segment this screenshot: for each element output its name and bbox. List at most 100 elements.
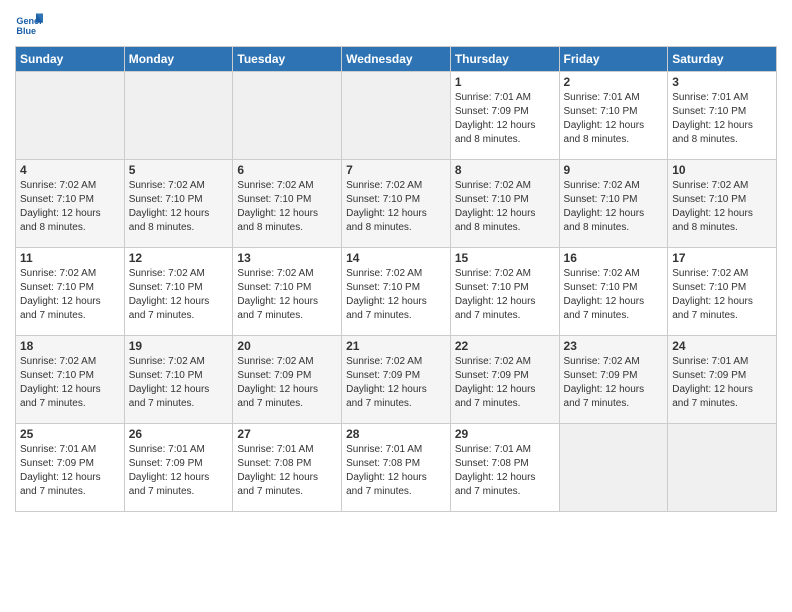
day-info: Sunrise: 7:02 AM Sunset: 7:09 PM Dayligh… <box>564 355 664 411</box>
day-info: Sunrise: 7:02 AM Sunset: 7:10 PM Dayligh… <box>672 179 772 235</box>
day-info: Sunrise: 7:02 AM Sunset: 7:09 PM Dayligh… <box>346 355 446 411</box>
calendar-week-row: 11 Sunrise: 7:02 AM Sunset: 7:10 PM Dayli… <box>16 248 777 336</box>
day-info: Sunrise: 7:02 AM Sunset: 7:10 PM Dayligh… <box>20 267 120 323</box>
calendar-cell <box>559 424 668 512</box>
calendar-cell: 20 Sunrise: 7:02 AM Sunset: 7:09 PM Dayli… <box>233 336 342 424</box>
day-number: 29 <box>455 427 555 441</box>
day-number: 7 <box>346 163 446 177</box>
weekday-header-friday: Friday <box>559 47 668 72</box>
day-info: Sunrise: 7:01 AM Sunset: 7:08 PM Dayligh… <box>346 443 446 499</box>
day-number: 6 <box>237 163 337 177</box>
day-info: Sunrise: 7:02 AM Sunset: 7:10 PM Dayligh… <box>672 267 772 323</box>
calendar-cell: 1 Sunrise: 7:01 AM Sunset: 7:09 PM Daylig… <box>450 72 559 160</box>
calendar-cell: 23 Sunrise: 7:02 AM Sunset: 7:09 PM Dayli… <box>559 336 668 424</box>
day-number: 25 <box>20 427 120 441</box>
day-info: Sunrise: 7:02 AM Sunset: 7:09 PM Dayligh… <box>237 355 337 411</box>
day-info: Sunrise: 7:02 AM Sunset: 7:10 PM Dayligh… <box>129 179 229 235</box>
day-number: 23 <box>564 339 664 353</box>
weekday-header-monday: Monday <box>124 47 233 72</box>
weekday-header-saturday: Saturday <box>668 47 777 72</box>
calendar-cell: 27 Sunrise: 7:01 AM Sunset: 7:08 PM Dayli… <box>233 424 342 512</box>
weekday-header-row: SundayMondayTuesdayWednesdayThursdayFrid… <box>16 47 777 72</box>
day-number: 11 <box>20 251 120 265</box>
day-number: 10 <box>672 163 772 177</box>
calendar-cell <box>16 72 125 160</box>
day-info: Sunrise: 7:02 AM Sunset: 7:10 PM Dayligh… <box>237 267 337 323</box>
calendar-cell: 3Sunrise: 7:01 AM Sunset: 7:10 PM Daylig… <box>668 72 777 160</box>
day-number: 1 <box>455 75 555 89</box>
calendar-cell: 24 Sunrise: 7:01 AM Sunset: 7:09 PM Dayli… <box>668 336 777 424</box>
day-info: Sunrise: 7:02 AM Sunset: 7:10 PM Dayligh… <box>237 179 337 235</box>
svg-text:Blue: Blue <box>16 26 36 36</box>
calendar-cell: 2 Sunrise: 7:01 AM Sunset: 7:10 PM Daylig… <box>559 72 668 160</box>
calendar-cell: 12 Sunrise: 7:02 AM Sunset: 7:10 PM Dayli… <box>124 248 233 336</box>
calendar-cell: 17Sunrise: 7:02 AM Sunset: 7:10 PM Dayli… <box>668 248 777 336</box>
day-number: 27 <box>237 427 337 441</box>
weekday-header-sunday: Sunday <box>16 47 125 72</box>
weekday-header-tuesday: Tuesday <box>233 47 342 72</box>
day-info: Sunrise: 7:02 AM Sunset: 7:10 PM Dayligh… <box>129 355 229 411</box>
calendar-cell: 19Sunrise: 7:02 AM Sunset: 7:10 PM Dayli… <box>124 336 233 424</box>
day-info: Sunrise: 7:01 AM Sunset: 7:08 PM Dayligh… <box>455 443 555 499</box>
day-number: 14 <box>346 251 446 265</box>
logo-icon: General Blue <box>15 10 43 38</box>
day-info: Sunrise: 7:01 AM Sunset: 7:10 PM Dayligh… <box>672 91 772 147</box>
calendar-table: SundayMondayTuesdayWednesdayThursdayFrid… <box>15 46 777 512</box>
calendar-cell: 18 Sunrise: 7:02 AM Sunset: 7:10 PM Dayli… <box>16 336 125 424</box>
logo: General Blue <box>15 10 46 38</box>
day-number: 16 <box>564 251 664 265</box>
day-number: 4 <box>20 163 120 177</box>
calendar-cell: 16 Sunrise: 7:02 AM Sunset: 7:10 PM Dayli… <box>559 248 668 336</box>
calendar-cell <box>668 424 777 512</box>
calendar-week-row: 4 Sunrise: 7:02 AM Sunset: 7:10 PM Daylig… <box>16 160 777 248</box>
day-number: 8 <box>455 163 555 177</box>
calendar-cell <box>124 72 233 160</box>
day-number: 20 <box>237 339 337 353</box>
day-info: Sunrise: 7:02 AM Sunset: 7:10 PM Dayligh… <box>564 267 664 323</box>
day-number: 26 <box>129 427 229 441</box>
calendar-cell: 25 Sunrise: 7:01 AM Sunset: 7:09 PM Dayli… <box>16 424 125 512</box>
day-info: Sunrise: 7:02 AM Sunset: 7:09 PM Dayligh… <box>455 355 555 411</box>
calendar-cell <box>233 72 342 160</box>
day-info: Sunrise: 7:02 AM Sunset: 7:10 PM Dayligh… <box>346 267 446 323</box>
calendar-cell: 6 Sunrise: 7:02 AM Sunset: 7:10 PM Daylig… <box>233 160 342 248</box>
calendar-cell: 8Sunrise: 7:02 AM Sunset: 7:10 PM Daylig… <box>450 160 559 248</box>
day-info: Sunrise: 7:01 AM Sunset: 7:09 PM Dayligh… <box>672 355 772 411</box>
calendar-cell: 22 Sunrise: 7:02 AM Sunset: 7:09 PM Dayli… <box>450 336 559 424</box>
calendar-week-row: 1 Sunrise: 7:01 AM Sunset: 7:09 PM Daylig… <box>16 72 777 160</box>
day-info: Sunrise: 7:02 AM Sunset: 7:10 PM Dayligh… <box>455 267 555 323</box>
day-info: Sunrise: 7:02 AM Sunset: 7:10 PM Dayligh… <box>129 267 229 323</box>
calendar-cell: 10 Sunrise: 7:02 AM Sunset: 7:10 PM Dayli… <box>668 160 777 248</box>
calendar-cell: 4 Sunrise: 7:02 AM Sunset: 7:10 PM Daylig… <box>16 160 125 248</box>
day-number: 2 <box>564 75 664 89</box>
day-info: Sunrise: 7:01 AM Sunset: 7:09 PM Dayligh… <box>129 443 229 499</box>
day-info: Sunrise: 7:02 AM Sunset: 7:10 PM Dayligh… <box>20 355 120 411</box>
day-number: 5 <box>129 163 229 177</box>
day-number: 18 <box>20 339 120 353</box>
day-number: 15 <box>455 251 555 265</box>
day-info: Sunrise: 7:02 AM Sunset: 7:10 PM Dayligh… <box>346 179 446 235</box>
weekday-header-wednesday: Wednesday <box>342 47 451 72</box>
day-number: 24 <box>672 339 772 353</box>
day-number: 9 <box>564 163 664 177</box>
day-info: Sunrise: 7:02 AM Sunset: 7:10 PM Dayligh… <box>564 179 664 235</box>
calendar-cell: 13 Sunrise: 7:02 AM Sunset: 7:10 PM Dayli… <box>233 248 342 336</box>
page-header: General Blue <box>15 10 777 38</box>
calendar-cell: 29 Sunrise: 7:01 AM Sunset: 7:08 PM Dayli… <box>450 424 559 512</box>
day-info: Sunrise: 7:01 AM Sunset: 7:09 PM Dayligh… <box>455 91 555 147</box>
day-number: 13 <box>237 251 337 265</box>
weekday-header-thursday: Thursday <box>450 47 559 72</box>
calendar-cell: 14 Sunrise: 7:02 AM Sunset: 7:10 PM Dayli… <box>342 248 451 336</box>
calendar-week-row: 18 Sunrise: 7:02 AM Sunset: 7:10 PM Dayli… <box>16 336 777 424</box>
calendar-cell: 28Sunrise: 7:01 AM Sunset: 7:08 PM Dayli… <box>342 424 451 512</box>
day-info: Sunrise: 7:01 AM Sunset: 7:08 PM Dayligh… <box>237 443 337 499</box>
day-info: Sunrise: 7:01 AM Sunset: 7:10 PM Dayligh… <box>564 91 664 147</box>
day-number: 22 <box>455 339 555 353</box>
day-info: Sunrise: 7:01 AM Sunset: 7:09 PM Dayligh… <box>20 443 120 499</box>
calendar-cell: 11 Sunrise: 7:02 AM Sunset: 7:10 PM Dayli… <box>16 248 125 336</box>
calendar-cell <box>342 72 451 160</box>
day-number: 12 <box>129 251 229 265</box>
day-info: Sunrise: 7:02 AM Sunset: 7:10 PM Dayligh… <box>20 179 120 235</box>
day-number: 21 <box>346 339 446 353</box>
calendar-cell: 21 Sunrise: 7:02 AM Sunset: 7:09 PM Dayli… <box>342 336 451 424</box>
